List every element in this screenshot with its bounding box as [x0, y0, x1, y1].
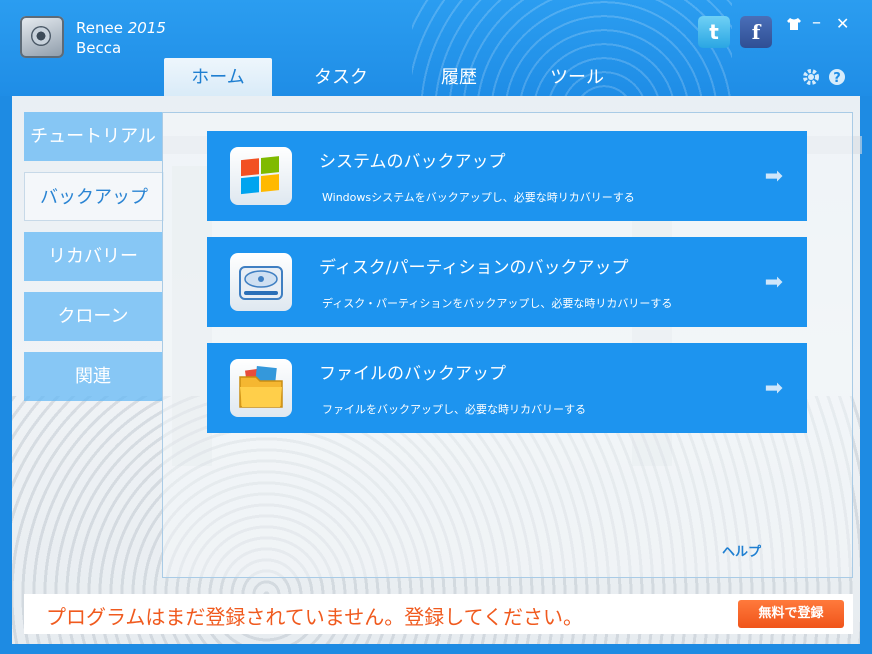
twitter-icon[interactable]: t — [698, 16, 730, 48]
disk-icon — [230, 253, 292, 311]
arrow-right-icon: ➡ — [764, 270, 783, 295]
facebook-icon[interactable]: f — [740, 16, 772, 48]
app-title: Renee — [76, 19, 123, 37]
card-title: ディスク/パーティションのバックアップ — [319, 258, 629, 278]
arrow-right-icon: ➡ — [764, 376, 783, 401]
card-description: ファイルをバックアップし、必要な時リカバリーする — [322, 403, 586, 416]
app-window: Renee 2015 Becca t f – ✕ ? ホーム タスク 履歴 ツー… — [0, 0, 872, 654]
sidebar-item-tutorial[interactable]: チュートリアル — [24, 112, 162, 161]
arrow-right-icon: ➡ — [764, 164, 783, 189]
sidebar: チュートリアル バックアップ リカバリー クローン 関連 — [24, 112, 164, 412]
minimize-button[interactable]: – — [812, 12, 821, 33]
app-edition: Becca — [76, 39, 122, 57]
app-logo-icon — [20, 16, 64, 58]
main-tabs: ホーム タスク 履歴 ツール — [164, 58, 636, 96]
tab-history[interactable]: 履歴 — [400, 58, 518, 96]
file-backup-card[interactable]: ファイルのバックアップ ファイルをバックアップし、必要な時リカバリーする ➡ — [207, 343, 807, 433]
title-bar: Renee 2015 Becca t f – ✕ ? ホーム タスク 履歴 ツー… — [0, 0, 872, 96]
help-link[interactable]: ヘルプ — [722, 541, 761, 560]
system-backup-card[interactable]: システムのバックアップ Windowsシステムをバックアップし、必要な時リカバリ… — [207, 131, 807, 221]
close-button[interactable]: ✕ — [836, 14, 849, 33]
sidebar-item-clone[interactable]: クローン — [24, 292, 162, 341]
sidebar-item-recovery[interactable]: リカバリー — [24, 232, 162, 281]
folder-icon — [230, 359, 292, 417]
tab-task[interactable]: タスク — [282, 58, 400, 96]
tab-home[interactable]: ホーム — [164, 58, 272, 96]
card-title: ファイルのバックアップ — [319, 364, 506, 384]
windows-icon — [230, 147, 292, 205]
card-description: ディスク・パーティションをバックアップし、必要な時リカバリーする — [322, 297, 673, 310]
svg-text:?: ? — [833, 71, 841, 86]
shirt-icon[interactable] — [786, 16, 802, 35]
registration-message: プログラムはまだ登録されていません。登録してください。 — [46, 605, 583, 629]
register-free-button[interactable]: 無料で登録 — [738, 600, 844, 628]
card-description: Windowsシステムをバックアップし、必要な時リカバリーする — [322, 191, 635, 204]
sidebar-item-related[interactable]: 関連 — [24, 352, 162, 401]
card-title: システムのバックアップ — [319, 152, 506, 172]
sidebar-item-backup[interactable]: バックアップ — [24, 172, 164, 221]
disk-partition-backup-card[interactable]: ディスク/パーティションのバックアップ ディスク・パーティションをバックアップし… — [207, 237, 807, 327]
question-icon[interactable]: ? — [828, 68, 846, 90]
app-name: Renee 2015 Becca — [76, 18, 166, 58]
tab-tools[interactable]: ツール — [518, 58, 636, 96]
gear-icon[interactable] — [802, 68, 820, 90]
registration-bar: プログラムはまだ登録されていません。登録してください。 無料で登録 — [24, 594, 853, 634]
app-version: 2015 — [127, 19, 166, 37]
